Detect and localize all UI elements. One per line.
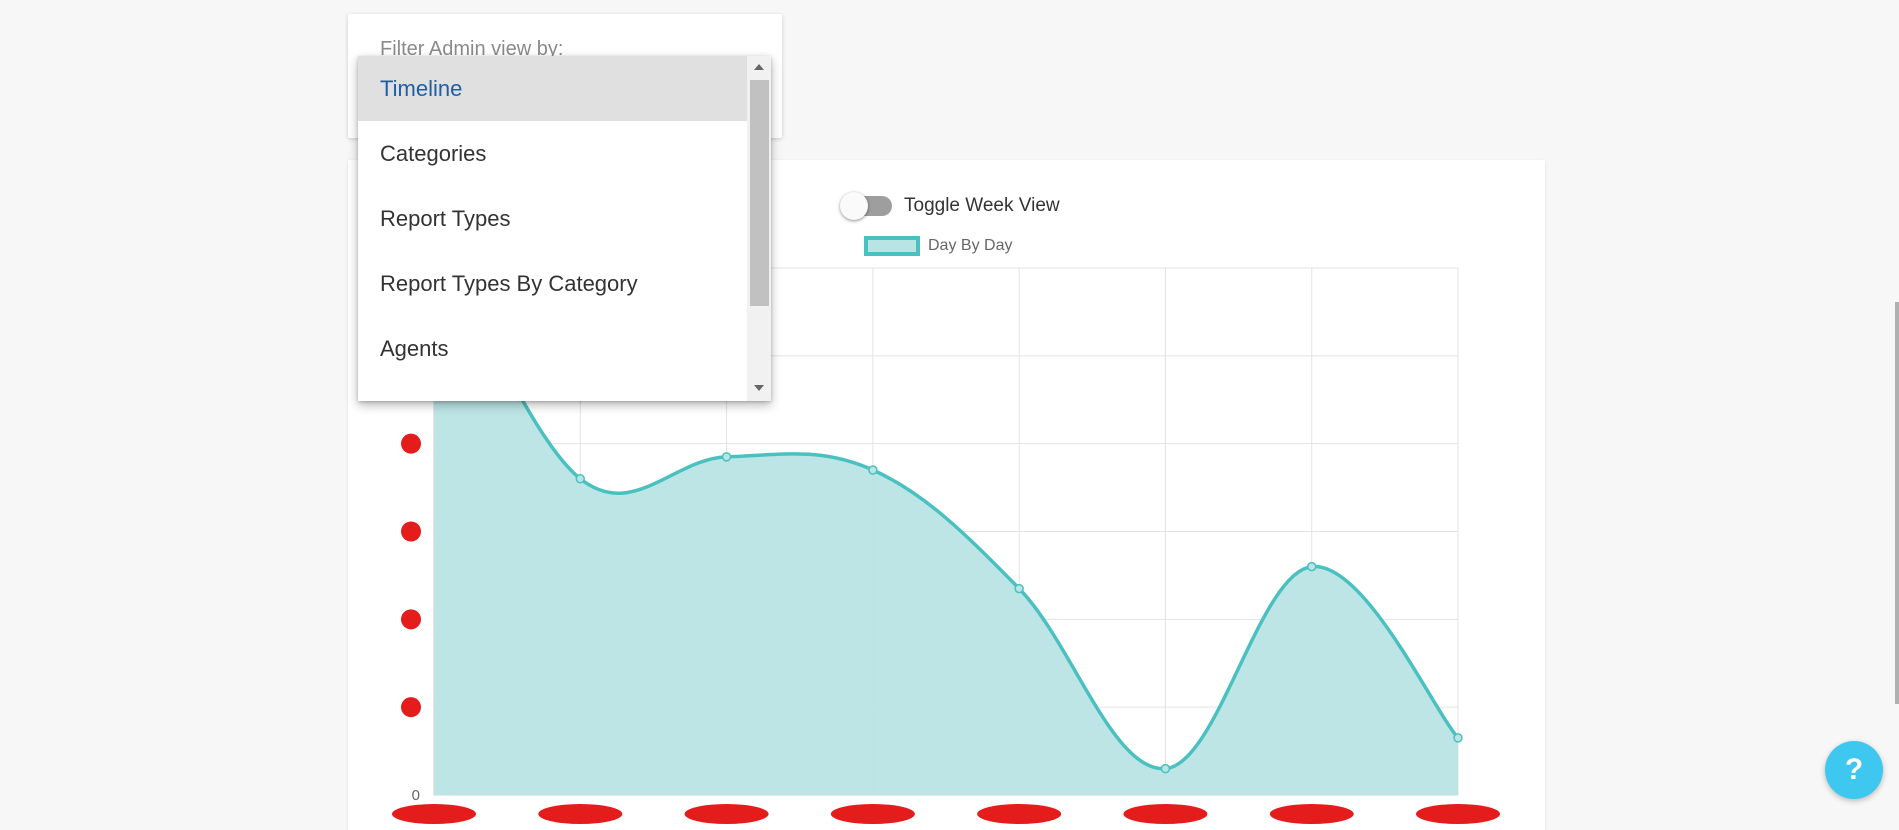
dropdown-option-agents[interactable]: Agents [358, 316, 747, 381]
dropdown-option-report-types-by-category[interactable]: Report Types By Category [358, 251, 747, 316]
data-point [575, 474, 586, 484]
redaction-mark [1123, 804, 1208, 824]
data-point [1453, 733, 1463, 743]
dropdown-scrollbar[interactable] [747, 56, 771, 401]
redaction-mark [538, 804, 623, 824]
timeline-chart: 0 [392, 267, 1500, 824]
data-point [1014, 583, 1024, 594]
redaction-mark [1416, 804, 1500, 824]
y-tick-label: 0 [412, 787, 420, 804]
redaction-mark [977, 804, 1062, 824]
data-point [1306, 561, 1317, 572]
chart-legend[interactable]: Day By Day [864, 236, 1012, 256]
legend-label: Day By Day [928, 237, 1013, 254]
redaction-mark [1269, 804, 1354, 824]
redaction-mark [401, 697, 421, 718]
redaction-mark [684, 804, 769, 824]
help-button[interactable]: ? [1825, 741, 1883, 799]
dropdown-option-report-types[interactable]: Report Types [358, 186, 747, 251]
week-view-toggle[interactable]: Toggle Week View [840, 192, 1060, 220]
dropdown-option-categories[interactable]: Categories [358, 121, 747, 186]
redaction-mark [401, 521, 421, 542]
filter-dropdown[interactable]: Timeline Categories Report Types Report … [358, 56, 771, 401]
page-scrollbar[interactable] [1895, 302, 1899, 704]
redaction-mark [830, 804, 915, 824]
data-point [721, 452, 732, 462]
data-point [868, 465, 878, 475]
scroll-up-icon[interactable] [754, 64, 764, 70]
dropdown-option-timeline[interactable]: Timeline [358, 56, 747, 121]
toggle-label: Toggle Week View [904, 195, 1060, 216]
data-point [1160, 763, 1171, 774]
scroll-down-icon[interactable] [754, 385, 764, 391]
redaction-mark [392, 804, 476, 824]
legend-swatch [864, 236, 920, 256]
toggle-switch[interactable] [840, 192, 892, 220]
toggle-knob[interactable] [840, 192, 868, 220]
redaction-mark [401, 609, 421, 630]
redaction-mark [401, 433, 421, 454]
scrollbar-thumb[interactable] [750, 80, 769, 306]
